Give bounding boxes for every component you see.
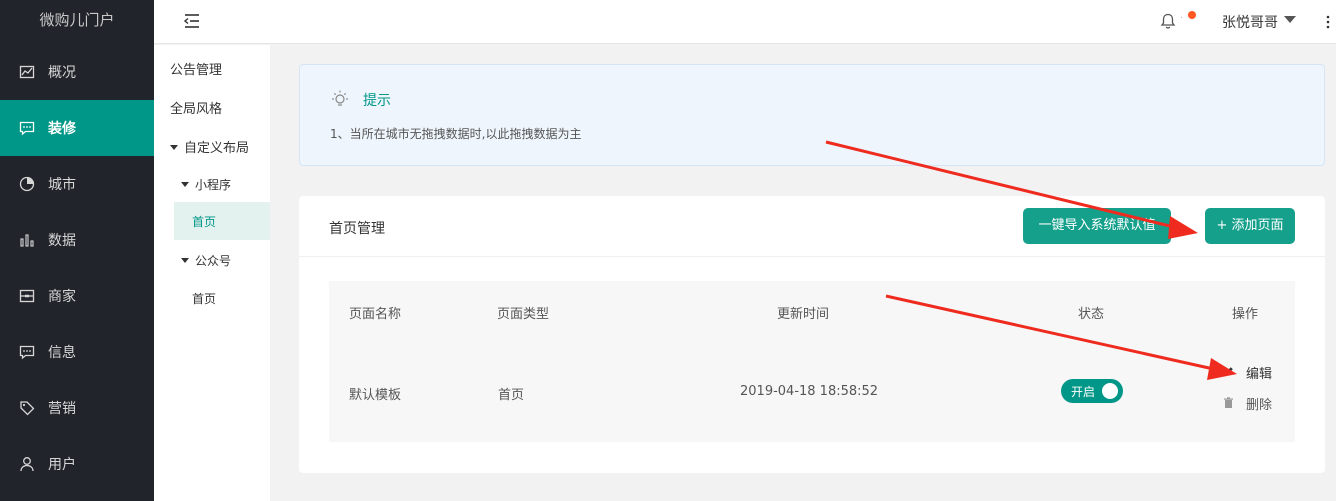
sidebar-item-label: 用户 xyxy=(48,457,76,473)
overview-icon xyxy=(18,63,36,81)
toggle-knob xyxy=(1102,383,1118,399)
sidebar-item-decorate[interactable]: 装修 xyxy=(0,100,154,156)
submenu-item-announcement[interactable]: 公告管理 xyxy=(170,59,222,78)
tip-text: 1、当所在城市无拖拽数据时,以此拖拽数据为主 xyxy=(330,127,582,141)
cell-page-name: 默认模板 xyxy=(349,388,402,403)
merchant-icon xyxy=(18,287,36,305)
sidebar-item-label: 装修 xyxy=(48,121,76,137)
sidebar-item-label: 商家 xyxy=(48,289,76,305)
sub-menu: 公告管理 全局风格 自定义布局 小程序 首页 公众号 首页 xyxy=(154,45,270,501)
submenu-label: 自定义布局 xyxy=(184,141,250,156)
pencil-icon[interactable] xyxy=(1222,365,1235,378)
lightbulb-icon xyxy=(330,89,350,109)
column-header-updated: 更新时间 xyxy=(777,307,830,322)
user-name[interactable]: 张悦哥哥 xyxy=(1222,12,1278,32)
tip-title: 提示 xyxy=(363,93,391,109)
cell-page-type: 首页 xyxy=(498,388,525,403)
cell-updated-time: 2019-04-18 18:58:52 xyxy=(740,384,879,399)
column-header-status: 状态 xyxy=(1078,307,1105,322)
card-title: 首页管理 xyxy=(329,221,385,237)
caret-down-icon xyxy=(181,258,189,263)
user-icon xyxy=(18,455,36,473)
sidebar-item-label: 数据 xyxy=(48,233,76,249)
submenu-label: 首页 xyxy=(192,215,217,229)
submenu-item-mini-program[interactable]: 小程序 xyxy=(181,176,231,193)
card-header: 首页管理 一键导入系统默认值 + 添加页面 xyxy=(299,196,1325,257)
brand-title: 微购儿门户 xyxy=(0,0,154,44)
sidebar-item-label: 营销 xyxy=(48,401,76,417)
sidebar-item-label: 信息 xyxy=(48,345,76,361)
chevron-down-icon[interactable] xyxy=(1284,16,1296,23)
submenu-item-official-account[interactable]: 公众号 xyxy=(181,252,231,269)
sidebar-item-message[interactable]: 信息 xyxy=(0,324,154,380)
top-bar: · 张悦哥哥 xyxy=(154,0,1336,44)
add-page-button[interactable]: + 添加页面 xyxy=(1205,208,1295,244)
column-header-name: 页面名称 xyxy=(349,307,402,322)
decorate-icon xyxy=(18,119,36,137)
delete-link[interactable]: 删除 xyxy=(1246,394,1272,413)
data-chart-icon xyxy=(18,231,36,249)
sidebar-item-data[interactable]: 数据 xyxy=(0,212,154,268)
submenu-item-mini-home[interactable]: 首页 xyxy=(174,202,270,240)
city-icon xyxy=(18,175,36,193)
sidebar-item-user[interactable]: 用户 xyxy=(0,436,154,492)
sidebar-item-city[interactable]: 城市 xyxy=(0,156,154,212)
notification-dot xyxy=(1188,11,1196,19)
trash-icon[interactable] xyxy=(1222,396,1235,409)
caret-down-icon xyxy=(181,182,189,187)
tag-icon xyxy=(18,399,36,417)
sidebar-item-merchant[interactable]: 商家 xyxy=(0,268,154,324)
sidebar-toggle-icon[interactable] xyxy=(182,12,202,30)
edit-link[interactable]: 编辑 xyxy=(1246,363,1272,382)
sidebar-item-label: 城市 xyxy=(48,177,76,193)
sidebar-item-overview[interactable]: 概况 xyxy=(0,44,154,100)
home-management-card: 首页管理 一键导入系统默认值 + 添加页面 页面名称 页面类型 更新时间 状态 … xyxy=(299,196,1325,473)
pages-table: 页面名称 页面类型 更新时间 状态 操作 默认模板 首页 2019-04-18 … xyxy=(329,281,1295,442)
notification-bell-icon[interactable] xyxy=(1159,12,1177,30)
submenu-label: 小程序 xyxy=(195,178,232,192)
status-toggle[interactable]: 开启 xyxy=(1061,379,1123,403)
tip-panel: 提示 1、当所在城市无拖拽数据时,以此拖拽数据为主 xyxy=(299,64,1325,166)
submenu-item-custom-layout[interactable]: 自定义布局 xyxy=(170,137,249,156)
caret-down-icon xyxy=(170,145,178,150)
separator-dot: · xyxy=(1180,13,1184,24)
column-header-type: 页面类型 xyxy=(497,307,550,322)
sidebar-item-label: 概况 xyxy=(48,65,76,81)
more-vertical-icon[interactable] xyxy=(1326,12,1330,32)
submenu-label: 公众号 xyxy=(195,254,232,268)
submenu-item-official-home[interactable]: 首页 xyxy=(192,290,216,307)
column-header-actions: 操作 xyxy=(1232,307,1259,322)
sidebar-item-marketing[interactable]: 营销 xyxy=(0,380,154,436)
import-defaults-button[interactable]: 一键导入系统默认值 xyxy=(1023,208,1171,244)
status-toggle-label: 开启 xyxy=(1071,385,1096,399)
message-icon xyxy=(18,343,36,361)
submenu-item-global-style[interactable]: 全局风格 xyxy=(170,98,222,117)
main-sidebar: 微购儿门户 概况 装修 城市 数据 商家 信息 营销 用户 xyxy=(0,0,154,501)
